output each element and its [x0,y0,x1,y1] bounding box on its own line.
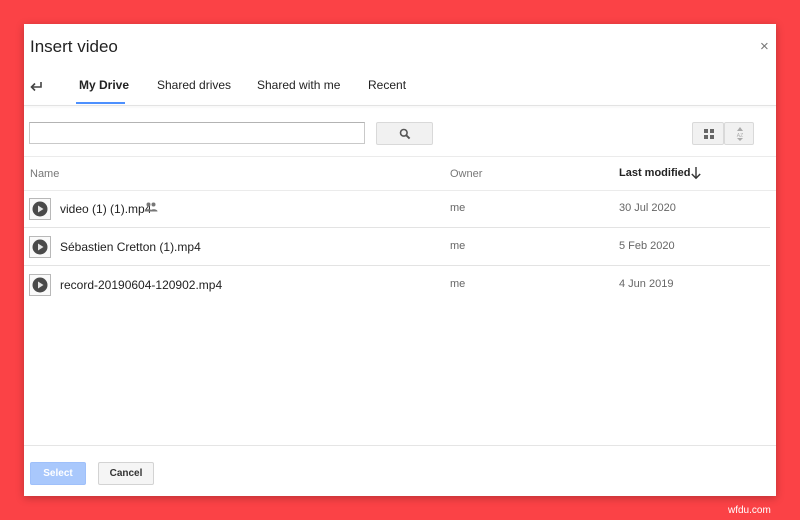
dialog-title: Insert video [30,37,118,56]
file-name: video (1) (1).mp4 [60,202,152,216]
sort-button[interactable]: AZ [724,122,754,145]
tab-shared-drives[interactable]: Shared drives [157,78,231,92]
grid-view-icon [704,129,714,139]
back-arrow-icon[interactable] [29,77,43,93]
video-thumbnail [29,236,51,258]
table-header: Name Owner Last modified [24,156,776,191]
sort-icon: AZ [737,127,743,141]
table-row[interactable]: record-20190604-120902.mp4 me 4 Jun 2019 [24,266,770,303]
cancel-button[interactable]: Cancel [98,462,154,485]
video-thumbnail [29,274,51,296]
play-circle-icon [32,277,48,293]
search-icon [399,128,411,140]
play-circle-icon [32,239,48,255]
arrow-down-icon[interactable] [690,166,702,180]
watermark: wfdu.com [728,505,771,516]
tabs-divider [24,105,776,106]
file-modified-date: 30 Jul 2020 [619,202,676,214]
tab-shared-with-me[interactable]: Shared with me [257,78,340,92]
grid-view-button[interactable] [692,122,724,145]
insert-video-dialog: Insert video × My Drive Shared drives Sh… [24,24,776,496]
footer-divider [24,445,776,446]
search-input[interactable] [29,122,365,144]
tab-my-drive[interactable]: My Drive [79,78,129,92]
name-column-header[interactable]: Name [30,168,59,180]
file-owner: me [450,278,466,290]
active-tab-indicator [76,102,125,104]
file-modified-date: 4 Jun 2019 [619,278,674,290]
tab-recent[interactable]: Recent [368,78,406,92]
close-icon[interactable]: × [760,39,769,54]
table-row[interactable]: video (1) (1).mp4 me 30 Jul 2020 [24,190,770,227]
owner-column-header[interactable]: Owner [450,168,482,180]
file-name: record-20190604-120902.mp4 [60,278,223,292]
table-row[interactable]: Sébastien Cretton (1).mp4 me 5 Feb 2020 [24,227,770,266]
tab-bar: My Drive Shared drives Shared with me Re… [24,73,776,105]
search-button[interactable] [376,122,433,145]
last-modified-column-header[interactable]: Last modified [619,167,691,179]
select-button[interactable]: Select [30,462,86,485]
play-circle-icon [32,201,48,217]
people-icon [144,202,158,212]
video-thumbnail [29,198,51,220]
file-name: Sébastien Cretton (1).mp4 [60,240,201,254]
file-owner: me [450,202,466,214]
file-modified-date: 5 Feb 2020 [619,240,675,252]
file-owner: me [450,240,466,252]
